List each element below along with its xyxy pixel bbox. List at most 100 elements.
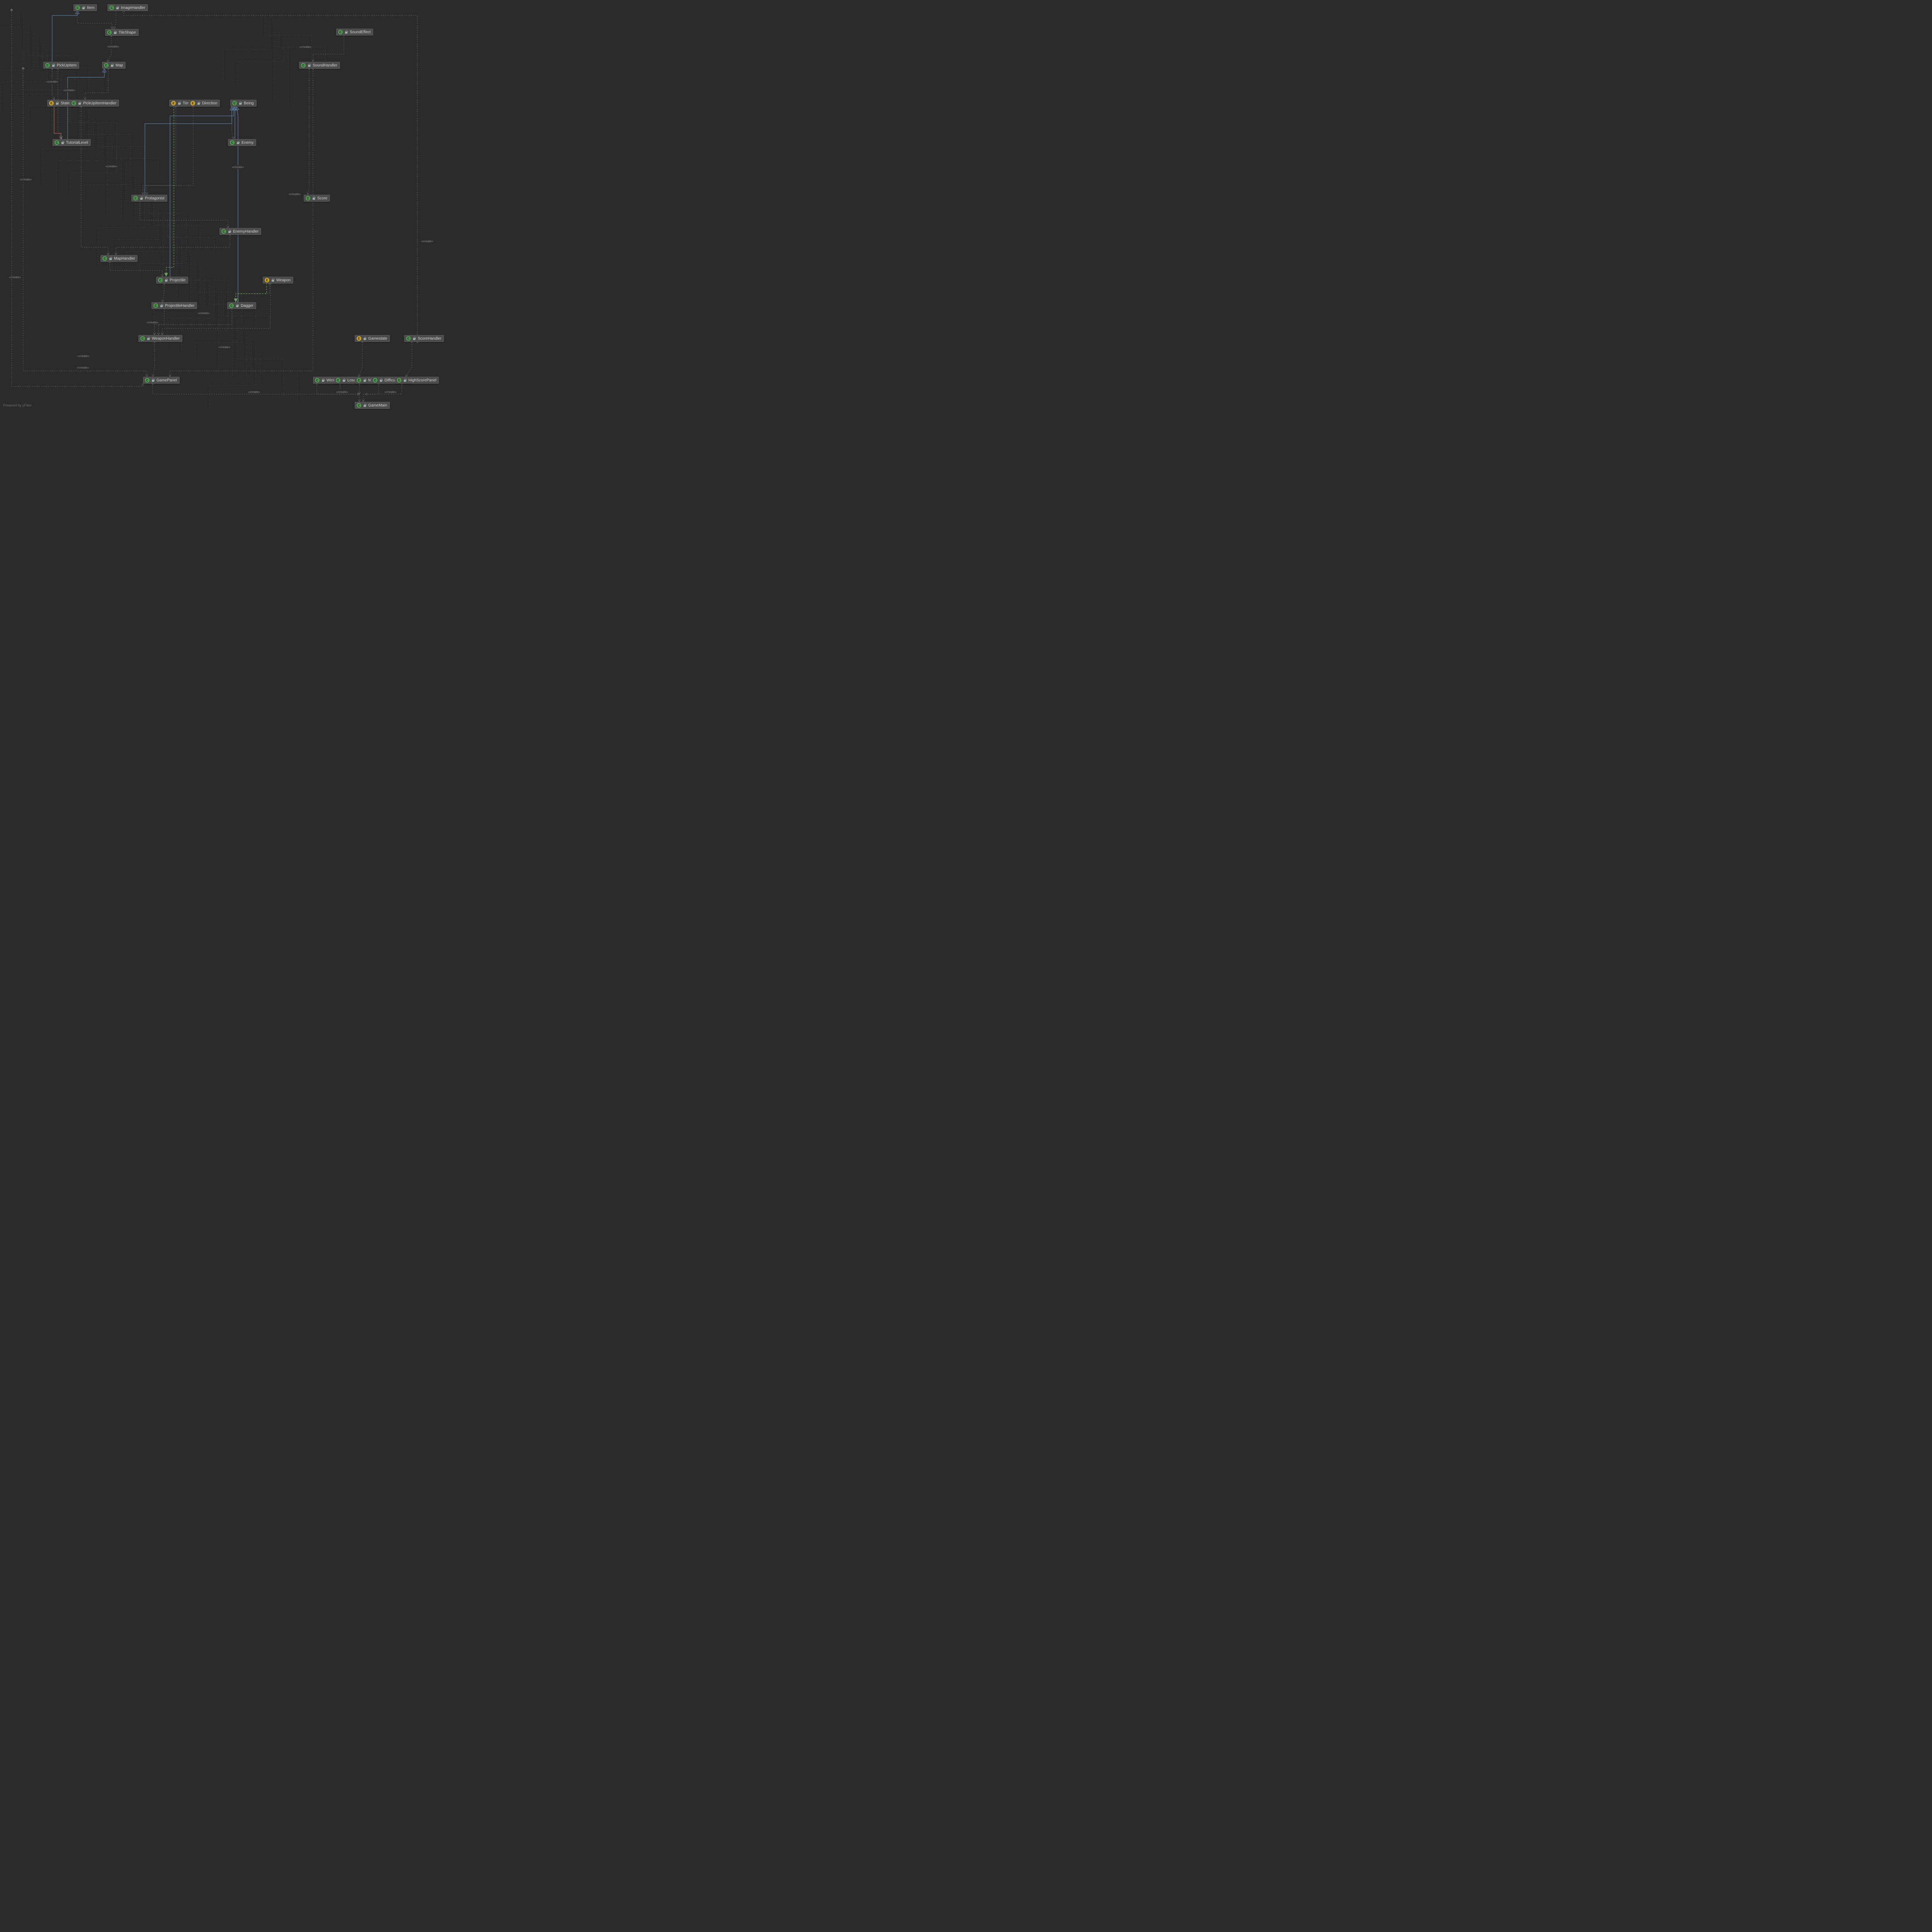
lock-icon (55, 101, 59, 105)
class-node-projectilehandler[interactable]: C ProjectileHandler (151, 302, 197, 309)
class-badge-icon: C (109, 5, 114, 10)
class-badge-icon: C (301, 63, 306, 68)
node-label: TileShape (119, 31, 136, 35)
lock-icon (116, 6, 119, 10)
class-node-dagger[interactable]: C Dagger (227, 302, 256, 309)
create-stereotype-label: «create» (8, 276, 22, 279)
create-stereotype-label: «create» (420, 240, 434, 243)
class-badge-icon: C (153, 303, 158, 308)
lock-icon (78, 101, 82, 105)
node-label: MapHandler (114, 257, 135, 261)
node-label: WeaponHandler (152, 337, 180, 341)
create-stereotype-label: «create» (76, 366, 90, 369)
create-stereotype-label: «create» (19, 178, 32, 181)
class-node-direction[interactable]: E Direction (189, 100, 220, 107)
class-node-enemyhandler[interactable]: C EnemyHandler (219, 228, 261, 235)
node-label: Dagger (241, 304, 253, 308)
lock-icon (379, 378, 383, 382)
create-stereotype-label: «create» (63, 88, 76, 92)
class-node-pickupitemhandler[interactable]: C PickUpItemHandler (70, 100, 119, 107)
class-node-item[interactable]: CItem (73, 4, 97, 11)
class-badge-icon: C (133, 196, 138, 201)
class-node-tutoriallevel[interactable]: CTutorialLevel (53, 139, 91, 146)
lock-icon (177, 101, 181, 105)
class-badge-icon: C (145, 378, 150, 383)
class-node-gamepanel[interactable]: C GamePanel (143, 377, 180, 384)
lock-icon (307, 63, 311, 67)
lock-icon (61, 141, 65, 145)
node-label: Being (244, 101, 254, 105)
class-node-score[interactable]: CScore (304, 195, 330, 202)
create-stereotype-label: «create» (77, 354, 90, 358)
class-badge-icon: C (338, 30, 343, 34)
class-node-gamestate[interactable]: E Gamestate (355, 335, 390, 342)
class-badge-icon: C (140, 336, 145, 341)
class-node-enemy[interactable]: CEnemy (228, 139, 256, 146)
class-badge-icon: C (232, 101, 237, 105)
class-badge-icon: C (373, 378, 378, 383)
lock-icon (342, 378, 346, 382)
class-badge-icon: C (221, 229, 226, 234)
class-badge-icon: C (306, 196, 310, 201)
node-label: Gamestate (368, 337, 387, 341)
class-badge-icon: C (104, 63, 109, 68)
footer-credit: Powered by yFiles (3, 403, 32, 407)
class-badge-icon: C (107, 30, 112, 35)
create-stereotype-label: «create» (106, 45, 120, 48)
enum-badge-icon: E (190, 101, 195, 105)
class-node-imagehandler[interactable]: C ImageHandler (107, 4, 148, 11)
node-label: ProjectileHandler (165, 304, 194, 308)
class-badge-icon: C (357, 378, 361, 383)
lock-icon (109, 257, 112, 260)
class-node-soundeffect[interactable]: CSoundEffect (336, 29, 373, 36)
node-label: Map (116, 63, 123, 68)
lock-icon (403, 378, 407, 382)
class-badge-icon: C (45, 63, 50, 68)
class-badge-icon: C (229, 303, 234, 308)
class-node-being[interactable]: C Being (230, 100, 257, 107)
lock-icon (271, 278, 275, 282)
class-node-gamemain[interactable]: CGameMain (355, 402, 390, 409)
class-node-projectile[interactable]: CProjectile (156, 277, 188, 284)
class-badge-icon: C (54, 140, 59, 145)
enum-badge-icon: E (357, 336, 361, 341)
node-label: GamePanel (156, 378, 177, 383)
lock-icon (151, 378, 155, 382)
node-label: HighScorePanel (408, 378, 436, 383)
class-badge-icon: C (397, 378, 401, 383)
lock-icon (235, 304, 239, 308)
node-label: Enemy (242, 141, 253, 145)
lock-icon (312, 196, 316, 200)
node-label: ImageHandler (121, 6, 145, 10)
enum-badge-icon: E (265, 278, 269, 282)
lock-icon (110, 63, 114, 67)
diagram-canvas[interactable]: CItemCImageHandlerCTileShapeCSoundEffect… (0, 0, 433, 410)
create-stereotype-label: «create» (218, 345, 231, 349)
node-label: EnemyHandler (233, 230, 259, 234)
node-label: ScoreHandler (418, 337, 441, 341)
class-node-protagonist[interactable]: CProtagonist (131, 195, 167, 202)
class-badge-icon: C (71, 101, 76, 105)
lock-icon (238, 101, 242, 105)
create-stereotype-label: «create» (299, 45, 312, 49)
node-label: Direction (202, 101, 217, 105)
class-node-pickupitem[interactable]: CPickUpItem (43, 62, 79, 69)
create-stereotype-label: «create» (146, 321, 159, 324)
class-node-weapon[interactable]: EWeapon (263, 277, 293, 284)
class-node-scorehandler[interactable]: CScoreHandler (404, 335, 444, 342)
class-node-highscorepanel[interactable]: C HighScorePanel (395, 377, 439, 384)
lock-icon (344, 30, 348, 34)
lock-icon (164, 278, 168, 282)
create-stereotype-label: «create» (197, 311, 211, 315)
class-node-soundhandler[interactable]: CSoundHandler (299, 62, 340, 69)
class-badge-icon: C (75, 5, 80, 10)
create-stereotype-label: «create» (288, 192, 301, 196)
class-node-tileshape[interactable]: C TileShape (105, 29, 139, 36)
lock-icon (82, 6, 85, 10)
class-node-map[interactable]: C Map (102, 62, 126, 69)
enum-badge-icon: E (171, 101, 176, 105)
node-label: GameMain (368, 403, 387, 408)
class-node-weaponhandler[interactable]: C WeaponHandler (138, 335, 182, 342)
node-label: PickUpItemHandler (83, 101, 116, 105)
class-node-maphandler[interactable]: CMapHandler (100, 255, 138, 262)
